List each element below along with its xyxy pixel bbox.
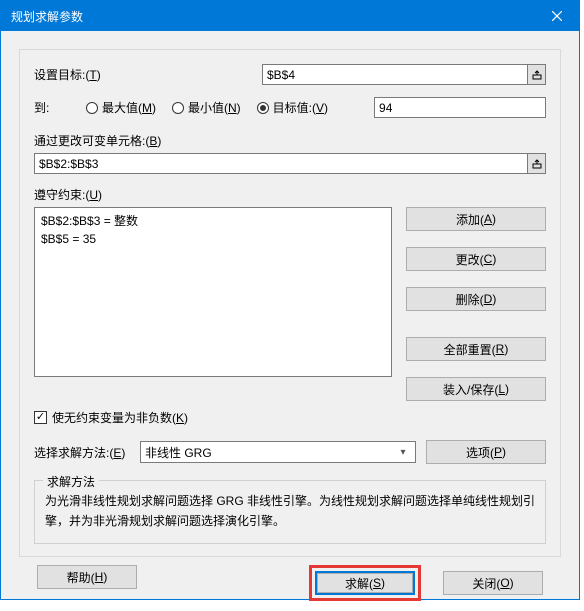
help-button[interactable]: 帮助(H) <box>37 565 137 589</box>
loadsave-button[interactable]: 装入/保存(L) <box>406 377 546 401</box>
row-changing: 通过更改可变单元格:(B) $B$2:$B$3 <box>34 132 546 174</box>
objective-input[interactable]: $B$4 <box>262 64 528 85</box>
method-desc-text: 为光滑非线性规划求解问题选择 GRG 非线性引擎。为线性规划求解问题选择单纯线性… <box>45 491 535 531</box>
solve-button[interactable]: 求解(S) <box>315 571 415 595</box>
titlebar: 规划求解参数 <box>1 1 579 31</box>
changing-value: $B$2:$B$3 <box>39 157 98 171</box>
radio-icon <box>86 102 98 114</box>
label-constraints: 遵守约束:(U) <box>34 186 546 203</box>
close-button[interactable]: 关闭(O) <box>443 571 543 595</box>
row-to: 到: 最大值(M) 最小值(N) 目标值:(V) <box>34 97 546 118</box>
inner-panel: 设置目标:(T) $B$4 到: 最大值(M) <box>19 49 561 557</box>
constraint-item[interactable]: $B$2:$B$3 = 整数 <box>41 212 385 230</box>
method-selected: 非线性 GRG <box>145 444 212 461</box>
radio-max[interactable]: 最大值(M) <box>86 99 156 116</box>
label-changing: 通过更改可变单元格:(B) <box>34 132 546 149</box>
method-desc-title: 求解方法 <box>43 473 99 490</box>
footer-right: 求解(S) 关闭(O) <box>309 565 543 601</box>
change-button[interactable]: 更改(C) <box>406 247 546 271</box>
reset-button[interactable]: 全部重置(R) <box>406 337 546 361</box>
radio-group-to: 最大值(M) 最小值(N) 目标值:(V) <box>86 99 338 116</box>
label-to: 到: <box>34 99 86 116</box>
radio-min[interactable]: 最小值(N) <box>172 99 241 116</box>
method-select[interactable]: 非线性 GRG ▾ <box>140 441 416 463</box>
constraint-buttons: 添加(A) 更改(C) 删除(D) 全部重置(R) 装入/保存(L) <box>406 207 546 401</box>
objective-value: $B$4 <box>267 68 295 82</box>
dialog-title: 规划求解参数 <box>11 8 83 25</box>
radio-icon <box>172 102 184 114</box>
row-method: 选择求解方法:(E) 非线性 GRG ▾ 选项(P) <box>34 440 546 464</box>
dialog-content: 设置目标:(T) $B$4 到: 最大值(M) <box>1 31 579 611</box>
target-value: 94 <box>379 101 392 115</box>
close-icon[interactable] <box>534 1 579 31</box>
radio-value[interactable]: 目标值:(V) <box>257 99 328 116</box>
changing-input-wrap: $B$2:$B$3 <box>34 153 546 174</box>
add-button[interactable]: 添加(A) <box>406 207 546 231</box>
options-button[interactable]: 选项(P) <box>426 440 546 464</box>
label-method: 选择求解方法:(E) <box>34 444 130 461</box>
constraint-item[interactable]: $B$5 = 35 <box>41 230 385 248</box>
delete-button[interactable]: 删除(D) <box>406 287 546 311</box>
chevron-down-icon: ▾ <box>395 447 411 458</box>
dialog-footer: 帮助(H) 求解(S) 关闭(O) <box>19 565 561 601</box>
constraints-area: $B$2:$B$3 = 整数 $B$5 = 35 添加(A) 更改(C) 删除(… <box>34 207 546 401</box>
constraints-list[interactable]: $B$2:$B$3 = 整数 $B$5 = 35 <box>34 207 392 377</box>
nonneg-label: 使无约束变量为非负数(K) <box>52 409 188 426</box>
solve-highlight: 求解(S) <box>309 565 421 601</box>
label-objective: 设置目标:(T) <box>34 66 262 83</box>
objective-input-wrap: $B$4 <box>262 64 546 85</box>
changing-input[interactable]: $B$2:$B$3 <box>34 153 528 174</box>
checkbox-icon: ✓ <box>34 411 47 424</box>
radio-icon <box>257 102 269 114</box>
range-picker-icon[interactable] <box>528 64 546 85</box>
row-objective: 设置目标:(T) $B$4 <box>34 64 546 85</box>
method-desc-group: 求解方法 为光滑非线性规划求解问题选择 GRG 非线性引擎。为线性规划求解问题选… <box>34 480 546 544</box>
target-value-input[interactable]: 94 <box>374 97 546 118</box>
nonneg-checkbox-row[interactable]: ✓ 使无约束变量为非负数(K) <box>34 409 546 426</box>
solver-dialog: 规划求解参数 设置目标:(T) $B$4 <box>0 0 580 600</box>
range-picker-icon[interactable] <box>528 153 546 174</box>
